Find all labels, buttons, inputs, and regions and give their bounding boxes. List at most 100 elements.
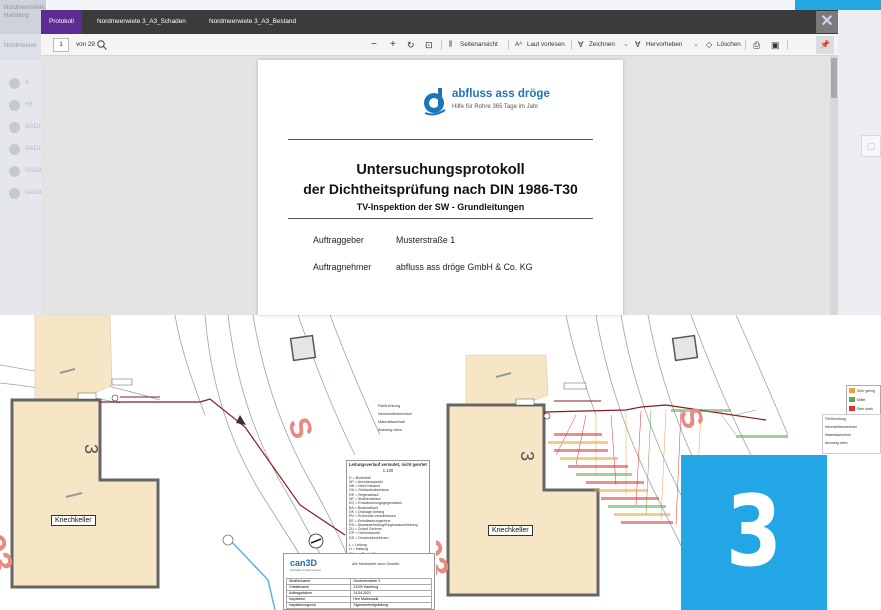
street-letter-label: S <box>672 404 710 433</box>
page-number-input[interactable]: 1 <box>53 38 69 52</box>
point-label <box>111 378 133 386</box>
table-cell: Inspektionsgrund <box>285 602 352 609</box>
legend-item: Fließrichtung <box>825 417 846 421</box>
tab-bestand[interactable]: Nordmeerwiete 3_A3_Bestand <box>201 10 304 34</box>
legend-item: Abzweig oben <box>378 428 402 432</box>
divider <box>508 40 509 50</box>
fit-page-icon[interactable]: ⊡ <box>425 34 433 56</box>
severity-legend: Sehr gering Mittel Sehr stark <box>846 385 881 415</box>
step-number: 3 <box>726 475 782 589</box>
room-label: Kriechkeller <box>488 525 533 536</box>
highlight-button[interactable]: Hervorheben <box>646 34 682 56</box>
background-right-panel: ▢ <box>838 10 881 315</box>
scrollbar[interactable] <box>830 56 838 315</box>
layer-icon <box>9 77 20 89</box>
chevron-down-icon[interactable]: ⌄ <box>623 34 629 56</box>
sidebar-row[interactable]: GAD1 <box>0 138 46 160</box>
legend-item: Sehr gering <box>847 386 880 395</box>
erase-button[interactable]: Löschen <box>717 34 741 56</box>
water-line <box>229 539 276 610</box>
sidebar-row[interactable]: GAD1 <box>0 116 46 138</box>
legend-item: Sehr stark <box>847 404 880 413</box>
divider <box>571 40 572 50</box>
project-info-card: can3D Software by Euroinvest Alle Messwe… <box>283 553 435 610</box>
manhole-marker <box>543 412 551 420</box>
close-icon[interactable]: ✕ <box>816 11 838 33</box>
read-aloud-icon: Aᴬ <box>515 41 523 48</box>
sidebar-row[interactable]: GAD3 <box>0 182 46 204</box>
sidebar-title: Nordmeerwiete, Hamburg <box>0 0 46 34</box>
sidebar-row[interactable]: GAD2 <box>0 160 46 182</box>
chevron-down-icon[interactable]: ⌄ <box>693 34 699 56</box>
software-logo: can3D <box>290 558 318 568</box>
divider <box>745 40 746 50</box>
divider <box>288 139 593 140</box>
drop-logo-icon <box>424 88 446 116</box>
building-outline <box>10 398 160 589</box>
draw-icon: ∀ <box>578 40 584 49</box>
drain-pipe <box>543 404 767 421</box>
street-letter-label: S <box>281 414 319 443</box>
scrollbar-thumb[interactable] <box>831 58 837 98</box>
rotate-icon[interactable]: ↻ <box>407 34 415 56</box>
read-aloud-button[interactable]: Laut vorlesen <box>527 34 565 56</box>
client-label: Auftraggeber <box>313 235 364 245</box>
project-info-table: Straßenname Nordmeerwiete 3 Ortsteilname 2… <box>285 578 432 609</box>
image-icon[interactable]: ▢ <box>861 135 881 157</box>
flow-arrow-icon <box>236 415 246 425</box>
pdf-viewer: Protokoll Nordmeerwiete 3_A3_Schaden Nor… <box>41 10 838 315</box>
legend-item: Nennweitenwechsel <box>378 412 412 416</box>
tab-protokoll[interactable]: Protokoll <box>41 10 82 34</box>
background-sidebar: Nordmeerwiete, Hamburg Nordmeerwi 3 H3 G… <box>0 0 46 315</box>
valve-marker <box>222 534 234 546</box>
page-count: von 29 <box>76 41 95 48</box>
legend-item: Mittel <box>847 395 880 404</box>
swatch-green <box>849 397 855 402</box>
manhole-marker <box>111 394 119 402</box>
table-cell: Sigenbenfertigstellung <box>350 602 432 609</box>
zoom-out-button[interactable]: − <box>371 34 377 56</box>
terrace-area <box>465 354 549 408</box>
legend-item: Materialwechsel <box>378 420 406 424</box>
page-view-button[interactable]: Seitenansicht <box>460 34 498 56</box>
table-row: Inspektionsgrund Sigenbenfertigstellung <box>285 602 432 609</box>
search-icon[interactable] <box>96 39 108 51</box>
site-plan-left: D 2.93 S 3 Kriechkeller Fließrichtung Ne… <box>0 315 436 610</box>
symbol-legend: Fließrichtung Nennweitenwechsel Material… <box>822 414 881 454</box>
legend-item: Fließrichtung <box>378 404 400 408</box>
document-subtitle-2: TV-Inspektion der SW - Grundleitungen <box>356 202 525 212</box>
tab-bar: Protokoll Nordmeerwiete 3_A3_Schaden Nor… <box>41 10 838 34</box>
pin-icon[interactable]: 📌 <box>816 36 834 54</box>
document-title: Untersuchungsprotokoll <box>356 162 525 178</box>
swatch-red <box>849 406 855 411</box>
legend-title: Leitungsverlauf vermutet, nicht geortet <box>349 462 427 467</box>
disclaimer-note: Alle Messwerte ohne Gewähr. <box>352 562 400 566</box>
layer-icon <box>9 99 20 111</box>
swatch-orange <box>849 388 855 393</box>
print-icon[interactable]: ⎙ <box>753 34 760 56</box>
terrace-area <box>34 315 113 401</box>
room-number: 3 <box>517 451 537 461</box>
document-subtitle: der Dichtheitsprüfung nach DIN 1986-T30 <box>303 181 578 197</box>
divider <box>441 40 442 50</box>
sidebar-row[interactable]: 3 <box>0 72 46 94</box>
room-number: 3 <box>81 444 101 454</box>
tab-schaden[interactable]: Nordmeerwiete 3_A3_Schaden <box>89 10 194 34</box>
sidebar-row[interactable]: H3 <box>0 94 46 116</box>
shaft-box <box>671 334 699 362</box>
layer-icon <box>9 165 20 177</box>
symbol-legend: Fließrichtung Nennweitenwechsel Material… <box>378 402 434 442</box>
sidebar-subtitle: Nordmeerwi <box>0 34 46 60</box>
zoom-in-button[interactable]: + <box>390 34 396 56</box>
software-logo-sub: Software by Euroinvest <box>290 568 321 572</box>
save-icon[interactable]: ▣ <box>771 34 780 56</box>
eraser-icon: ◇ <box>706 40 713 49</box>
step-number-badge: 3 <box>681 455 827 610</box>
legend-item: Abzweig oben <box>825 441 848 445</box>
draw-button[interactable]: Zeichnen <box>589 34 615 56</box>
page-view-icon: ⫼ <box>449 41 453 48</box>
divider <box>787 40 788 50</box>
contractor-value: abfluss ass dröge GmbH & Co. KG <box>396 262 533 272</box>
point-label <box>563 382 587 390</box>
divider <box>288 218 593 219</box>
